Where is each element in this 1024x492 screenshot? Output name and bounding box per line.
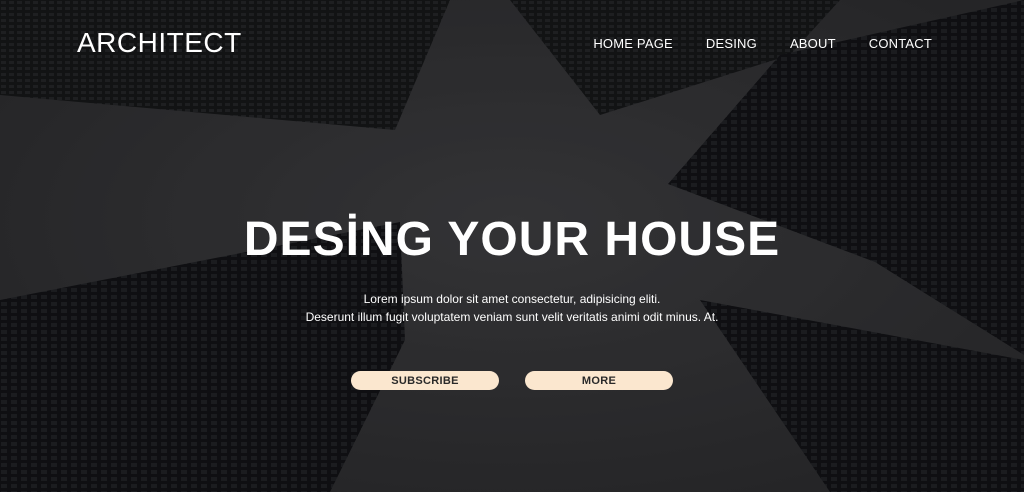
subscribe-button[interactable]: SUBSCRIBE bbox=[351, 371, 499, 390]
hero-section: ARCHITECT HOME PAGE DESING ABOUT CONTACT… bbox=[0, 0, 1024, 492]
hero-subtext-line-1: Lorem ipsum dolor sit amet consectetur, … bbox=[363, 292, 661, 306]
nav-desing[interactable]: DESING bbox=[706, 36, 757, 51]
brand-logo[interactable]: ARCHITECT bbox=[77, 27, 242, 59]
hero-buttons: SUBSCRIBE MORE bbox=[0, 371, 1024, 390]
nav-contact[interactable]: CONTACT bbox=[869, 36, 932, 51]
nav-about[interactable]: ABOUT bbox=[790, 36, 836, 51]
hero-subtext: Lorem ipsum dolor sit amet consectetur, … bbox=[0, 290, 1024, 326]
more-button[interactable]: MORE bbox=[525, 371, 673, 390]
hero-subtext-line-2: Deserunt illum fugit voluptatem veniam s… bbox=[305, 310, 719, 324]
nav-home-page[interactable]: HOME PAGE bbox=[593, 36, 673, 51]
hero-headline: DESİNG YOUR HOUSE bbox=[243, 213, 781, 266]
main-nav: HOME PAGE DESING ABOUT CONTACT bbox=[560, 36, 932, 51]
